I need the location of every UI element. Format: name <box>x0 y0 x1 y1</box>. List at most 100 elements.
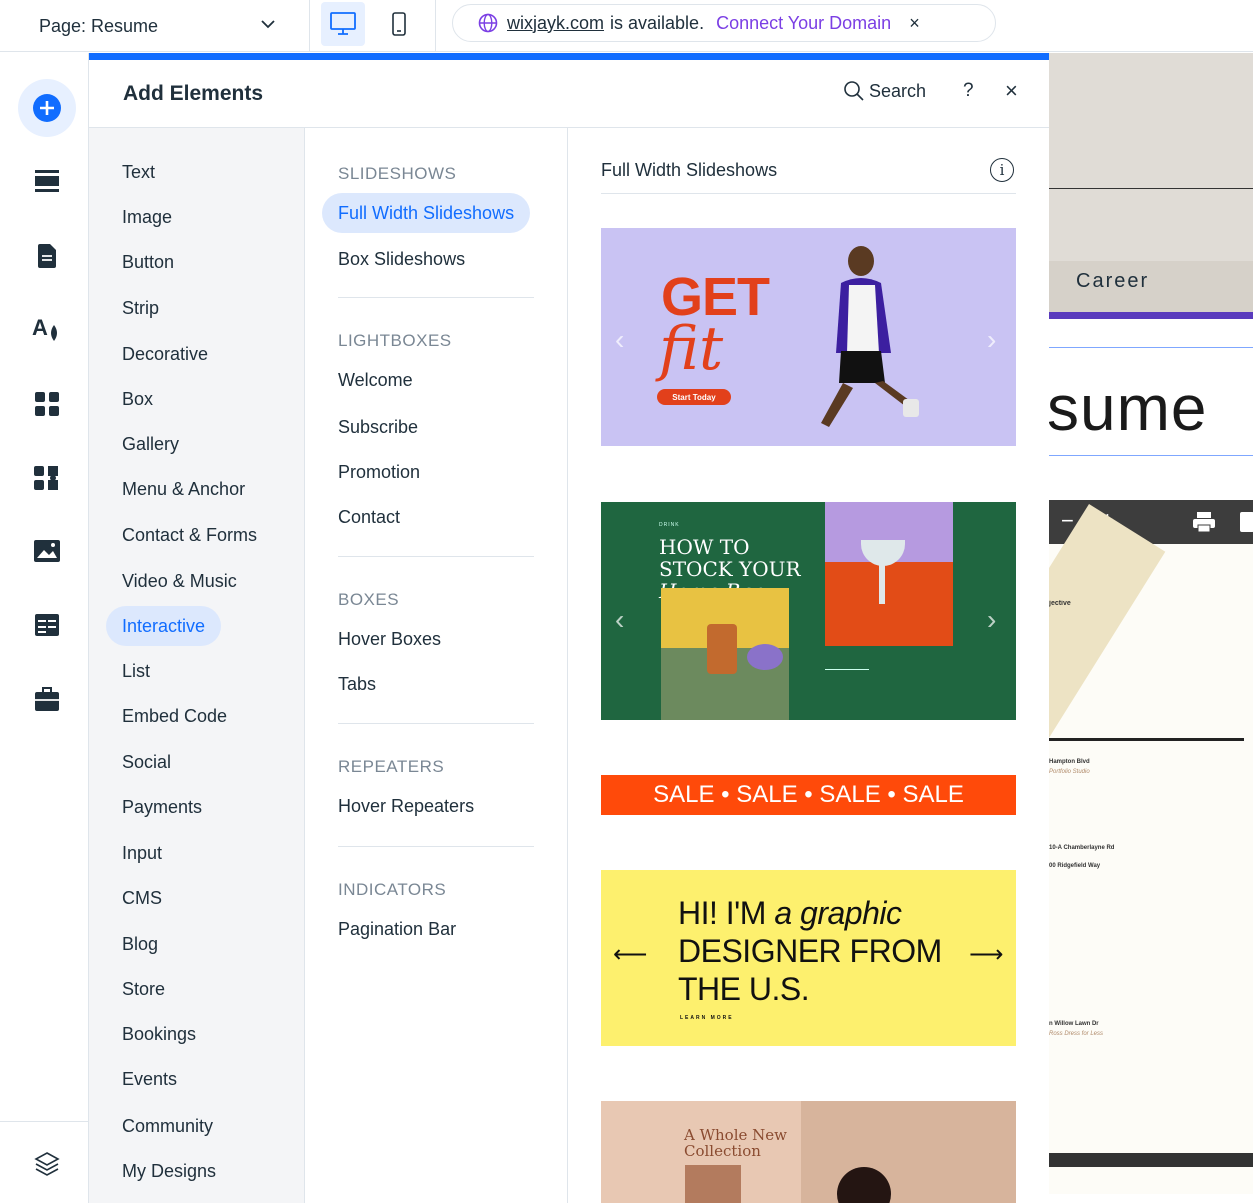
subcategory-item[interactable]: Pagination Bar <box>322 909 472 949</box>
doc-text: n Willow Lawn Dr <box>1049 1021 1099 1027</box>
panel-header: Add Elements Search ? × <box>89 60 1049 128</box>
help-icon[interactable]: ? <box>963 80 974 102</box>
thumb-headline-part: a graphic <box>774 895 902 931</box>
athlete-figure-icon <box>821 246 919 427</box>
subcategory-item[interactable]: Promotion <box>322 452 436 492</box>
portfolio-button[interactable] <box>18 670 76 728</box>
add-elements-button[interactable] <box>18 79 76 137</box>
cms-button[interactable] <box>18 596 76 654</box>
divider <box>338 846 534 847</box>
category-item[interactable]: Strip <box>106 288 175 328</box>
slideshow-thumbnail-sale[interactable]: SALE • SALE • SALE • SALE <box>601 775 1016 815</box>
arrow-right-icon: ⟶ <box>969 941 1004 968</box>
image-icon <box>34 540 60 562</box>
category-item[interactable]: Blog <box>106 924 174 964</box>
add-section-button[interactable] <box>18 152 76 210</box>
close-panel-icon[interactable]: × <box>1005 78 1018 104</box>
thumb-line <box>825 669 869 670</box>
slideshow-thumbnail-collection[interactable]: A Whole New Collection <box>601 1101 1016 1203</box>
thumb-headline-line: DESIGNER FROM <box>678 933 942 969</box>
category-item[interactable]: Image <box>106 197 188 237</box>
thumb-headline-line: A Whole New <box>684 1126 787 1144</box>
category-item[interactable]: CMS <box>106 878 178 918</box>
arrow-left-icon: ⟵ <box>613 941 648 968</box>
category-item[interactable]: Box <box>106 379 169 419</box>
category-item[interactable]: Contact & Forms <box>106 515 273 555</box>
search-label: Search <box>869 80 927 101</box>
pages-menu-button[interactable] <box>18 227 76 285</box>
section-heading-repeaters: REPEATERS <box>338 757 445 776</box>
add-elements-panel: Add Elements Search ? × Text Image Butto… <box>89 53 1049 1203</box>
close-banner-icon[interactable]: × <box>909 13 920 34</box>
search-button[interactable]: Search <box>843 80 926 102</box>
resume-document: jective Hampton Blvd Portfolio Studio 10… <box>1049 504 1253 1194</box>
category-item[interactable]: Input <box>106 833 178 873</box>
svg-text:A: A <box>32 315 48 340</box>
slideshow-thumbnail-get-fit[interactable]: GET fit Start Today ‹ › <box>601 228 1016 446</box>
doc-text: 10-A Chamberlayne Rd <box>1049 845 1115 851</box>
category-item[interactable]: Text <box>106 152 171 192</box>
subcategory-item-active[interactable]: Full Width Slideshows <box>322 193 531 233</box>
category-list: Text Image Button Strip Decorative Box G… <box>89 128 305 1203</box>
desktop-view-button[interactable] <box>321 2 365 46</box>
section-heading-boxes: BOXES <box>338 590 400 609</box>
business-apps-button[interactable] <box>18 449 76 507</box>
search-icon <box>844 81 864 101</box>
category-item[interactable]: Community <box>106 1106 229 1146</box>
category-item[interactable]: Events <box>106 1059 193 1099</box>
slideshow-thumbnail-home-bar[interactable]: DRINK HOW TO STOCK YOUR Home Bar ‹ › <box>601 502 1016 720</box>
category-item[interactable]: Menu & Anchor <box>106 469 261 509</box>
subcategory-item[interactable]: Welcome <box>322 360 429 400</box>
subcategory-item[interactable]: Hover Repeaters <box>322 786 490 826</box>
layers-icon <box>34 1152 60 1176</box>
connect-domain-link[interactable]: Connect Your Domain <box>716 13 891 34</box>
category-item[interactable]: My Designs <box>106 1151 232 1191</box>
category-item[interactable]: Video & Music <box>106 561 253 601</box>
subcategory-item[interactable]: Hover Boxes <box>322 619 457 659</box>
page-selector[interactable]: Page: Resume <box>0 0 310 52</box>
domain-name-link[interactable]: wixjayk.com <box>507 13 604 34</box>
category-item[interactable]: Button <box>106 242 190 282</box>
subcategory-item[interactable]: Box Slideshows <box>322 239 481 279</box>
globe-icon <box>478 13 498 33</box>
category-item[interactable]: Social <box>106 742 187 782</box>
category-item[interactable]: Bookings <box>106 1014 212 1054</box>
thumb-sale-text: SALE • SALE • SALE • SALE <box>653 781 964 808</box>
page-icon <box>38 244 56 268</box>
doc-text: Portfolio Studio <box>1049 769 1090 775</box>
category-item[interactable]: List <box>106 651 166 691</box>
site-design-button[interactable]: A <box>18 300 76 358</box>
site-canvas: Career sume − + jective Hampton Blvd Por… <box>1049 53 1253 1203</box>
canvas-accent-bar <box>1049 312 1253 319</box>
left-toolbar: A <box>0 53 89 1203</box>
mobile-view-button[interactable] <box>377 2 421 46</box>
subcategory-item[interactable]: Subscribe <box>322 407 434 447</box>
print-icon[interactable] <box>1192 511 1216 533</box>
desktop-icon <box>330 12 356 35</box>
category-item[interactable]: Embed Code <box>106 696 243 736</box>
briefcase-icon <box>35 687 59 711</box>
plus-circle-icon <box>33 94 61 122</box>
info-icon[interactable]: i <box>990 158 1014 182</box>
thumb-cta: LEARN MORE <box>680 1015 734 1021</box>
category-item[interactable]: Store <box>106 969 181 1009</box>
subcategory-item[interactable]: Contact <box>322 497 416 537</box>
category-item-active[interactable]: Interactive <box>106 606 222 646</box>
layers-button[interactable] <box>18 1135 76 1193</box>
nav-item-career[interactable]: Career <box>1076 270 1149 293</box>
download-icon[interactable] <box>1239 511 1253 533</box>
thumb-subheadline: fit <box>659 314 724 384</box>
category-item[interactable]: Decorative <box>106 334 224 374</box>
section-heading-lightboxes: LIGHTBOXES <box>338 331 452 350</box>
domain-banner: wixjayk.com is available. Connect Your D… <box>452 4 996 42</box>
panel-title: Add Elements <box>123 82 264 105</box>
subcategory-item[interactable]: Tabs <box>322 664 392 704</box>
slideshow-thumbnail-designer[interactable]: ⟵ HI! I'M a graphic DESIGNER FROM THE U.… <box>601 870 1016 1046</box>
apps-grid-icon <box>35 392 59 416</box>
app-market-button[interactable] <box>18 375 76 433</box>
chevron-left-icon: ‹ <box>615 324 625 355</box>
category-item[interactable]: Payments <box>106 787 218 827</box>
category-item[interactable]: Gallery <box>106 424 195 464</box>
media-button[interactable] <box>18 522 76 580</box>
divider <box>338 723 534 724</box>
